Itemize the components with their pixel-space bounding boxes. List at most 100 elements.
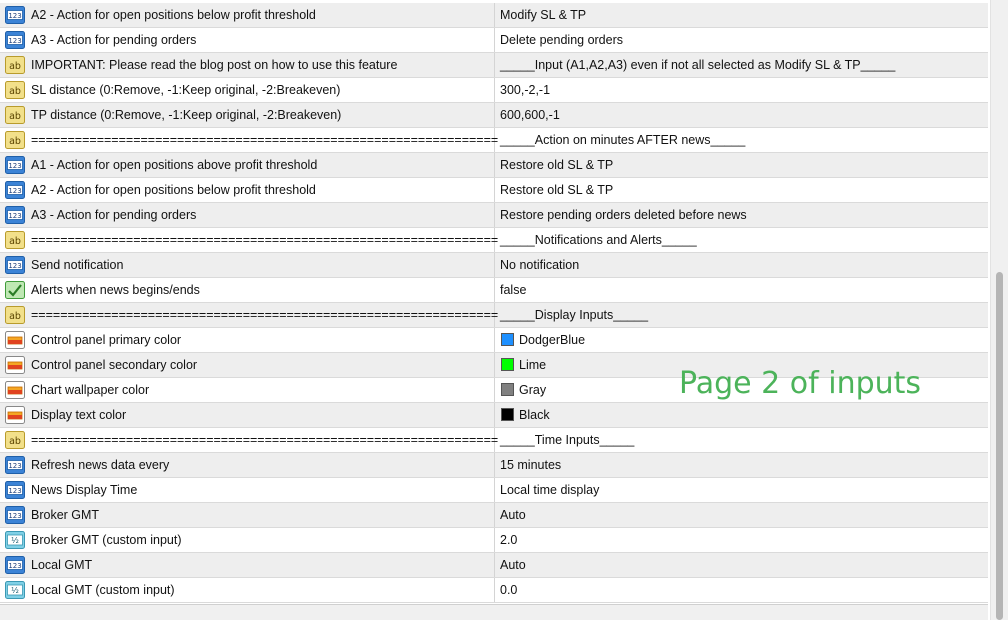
table-row[interactable]: ab TP distance (0:Remove, -1:Keep origina… <box>0 103 988 128</box>
value-cell[interactable]: _____Time Inputs_____ <box>496 428 988 452</box>
variable-cell[interactable]: ab ======================================… <box>0 428 498 452</box>
table-row[interactable]: ab ======================================… <box>0 428 988 453</box>
value-cell[interactable]: false <box>496 278 988 302</box>
double-half-icon: ½ <box>5 581 25 599</box>
value-text: Restore pending orders deleted before ne… <box>500 208 747 222</box>
value-cell[interactable]: 0.0 <box>496 578 988 602</box>
variable-name: A3 - Action for pending orders <box>31 208 197 222</box>
value-cell[interactable]: _____Action on minutes AFTER news_____ <box>496 128 988 152</box>
table-row[interactable]: ½ Broker GMT (custom input) 2.0 <box>0 528 988 553</box>
variable-cell[interactable]: ½ Broker GMT (custom input) <box>0 528 495 552</box>
value-text: _____Display Inputs_____ <box>500 308 649 322</box>
svg-text:123: 123 <box>8 562 21 570</box>
color-swatch[interactable] <box>501 408 514 421</box>
variable-cell[interactable]: 123 A3 - Action for pending orders <box>0 28 495 52</box>
variable-cell[interactable]: ab IMPORTANT: Please read the blog post o… <box>0 53 495 77</box>
color-palette-icon <box>5 381 25 399</box>
svg-text:ab: ab <box>9 236 21 247</box>
int-123-icon: 123 <box>5 206 25 224</box>
value-cell[interactable]: Restore old SL & TP <box>496 153 988 177</box>
value-cell[interactable]: No notification <box>496 253 988 277</box>
variable-cell[interactable]: 123 A2 - Action for open positions below … <box>0 3 495 27</box>
table-row[interactable]: ab SL distance (0:Remove, -1:Keep origina… <box>0 78 988 103</box>
variable-name: A1 - Action for open positions above pro… <box>31 158 318 172</box>
table-row[interactable]: Display text color Black <box>0 403 988 428</box>
table-row[interactable]: ab ======================================… <box>0 228 988 253</box>
svg-text:123: 123 <box>8 512 21 520</box>
variable-cell[interactable]: ab ======================================… <box>0 303 499 327</box>
color-swatch[interactable] <box>501 383 514 396</box>
table-row[interactable]: 123 News Display Time Local time display <box>0 478 988 503</box>
table-row[interactable]: 123 Refresh news data every 15 minutes <box>0 453 988 478</box>
value-cell[interactable]: Auto <box>496 553 988 577</box>
table-row[interactable]: 123 Send notification No notification <box>0 253 988 278</box>
value-cell[interactable]: _____Notifications and Alerts_____ <box>496 228 988 252</box>
int-123-icon: 123 <box>5 506 25 524</box>
table-row[interactable]: ab ======================================… <box>0 303 988 328</box>
table-row[interactable]: 123 A3 - Action for pending orders Delete … <box>0 28 988 53</box>
table-row[interactable]: ab IMPORTANT: Please read the blog post o… <box>0 53 988 78</box>
value-cell[interactable]: 2.0 <box>496 528 988 552</box>
value-cell[interactable]: Black <box>496 403 988 427</box>
color-palette-icon <box>5 406 25 424</box>
value-cell[interactable]: Delete pending orders <box>496 28 988 52</box>
table-row[interactable]: Control panel primary color DodgerBlue <box>0 328 988 353</box>
value-cell[interactable]: 15 minutes <box>496 453 988 477</box>
table-row[interactable]: ab ======================================… <box>0 128 988 153</box>
value-cell[interactable]: Auto <box>496 503 988 527</box>
table-row[interactable]: 123 A2 - Action for open positions below … <box>0 178 988 203</box>
variable-cell[interactable]: 123 Refresh news data every <box>0 453 495 477</box>
variable-cell[interactable]: 123 A2 - Action for open positions below … <box>0 178 495 202</box>
table-row[interactable]: 123 Local GMT Auto <box>0 553 988 578</box>
variable-cell[interactable]: 123 A1 - Action for open positions above … <box>0 153 495 177</box>
table-row[interactable]: Alerts when news begins/ends false <box>0 278 988 303</box>
table-row[interactable]: 123 A3 - Action for pending orders Restore… <box>0 203 988 228</box>
value-cell[interactable]: _____Display Inputs_____ <box>496 303 988 327</box>
table-row[interactable]: 123 A2 - Action for open positions below … <box>0 3 988 28</box>
value-cell[interactable]: Modify SL & TP <box>496 3 988 27</box>
variable-name: ========================================… <box>31 308 499 322</box>
variable-cell[interactable]: Alerts when news begins/ends <box>0 278 495 302</box>
variable-cell[interactable]: 123 Broker GMT <box>0 503 495 527</box>
vertical-scrollbar[interactable] <box>990 0 1008 620</box>
scrollbar-thumb[interactable] <box>996 272 1003 620</box>
variable-cell[interactable]: ab TP distance (0:Remove, -1:Keep origina… <box>0 103 495 127</box>
variable-cell[interactable]: 123 News Display Time <box>0 478 495 502</box>
svg-text:½: ½ <box>11 586 19 595</box>
variable-cell[interactable]: ½ Local GMT (custom input) <box>0 578 495 602</box>
variable-cell[interactable]: Control panel secondary color <box>0 353 495 377</box>
variable-cell[interactable]: Chart wallpaper color <box>0 378 495 402</box>
variable-name: Broker GMT (custom input) <box>31 533 182 547</box>
variable-cell[interactable]: 123 Send notification <box>0 253 495 277</box>
value-cell[interactable]: Local time display <box>496 478 988 502</box>
variable-cell[interactable]: ab ======================================… <box>0 228 498 252</box>
value-cell[interactable]: DodgerBlue <box>496 328 988 352</box>
variable-cell[interactable]: ab SL distance (0:Remove, -1:Keep origina… <box>0 78 495 102</box>
value-text: Restore old SL & TP <box>500 158 614 172</box>
value-text: 0.0 <box>500 583 518 597</box>
color-swatch[interactable] <box>501 333 514 346</box>
value-text: Modify SL & TP <box>500 8 587 22</box>
variable-cell[interactable]: Display text color <box>0 403 495 427</box>
value-cell[interactable]: 600,600,-1 <box>496 103 988 127</box>
value-text: No notification <box>500 258 580 272</box>
page-annotation: Page 2 of inputs <box>679 366 922 401</box>
variable-cell[interactable]: 123 A3 - Action for pending orders <box>0 203 495 227</box>
value-text: 15 minutes <box>500 458 562 472</box>
color-swatch[interactable] <box>501 358 514 371</box>
variable-cell[interactable]: ab ======================================… <box>0 128 498 152</box>
table-row[interactable]: ½ Local GMT (custom input) 0.0 <box>0 578 988 603</box>
value-text: DodgerBlue <box>519 333 586 347</box>
variable-cell[interactable]: Control panel primary color <box>0 328 495 352</box>
variable-cell[interactable]: 123 Local GMT <box>0 553 495 577</box>
value-cell[interactable]: _____Input (A1,A2,A3) even if not all se… <box>496 53 988 77</box>
svg-text:123: 123 <box>8 487 21 495</box>
table-row[interactable]: 123 A1 - Action for open positions above … <box>0 153 988 178</box>
variable-name: Chart wallpaper color <box>31 383 150 397</box>
value-cell[interactable]: Restore old SL & TP <box>496 178 988 202</box>
value-text: Auto <box>500 558 526 572</box>
value-text: 300,-2,-1 <box>500 83 551 97</box>
table-row[interactable]: 123 Broker GMT Auto <box>0 503 988 528</box>
value-cell[interactable]: Restore pending orders deleted before ne… <box>496 203 988 227</box>
value-cell[interactable]: 300,-2,-1 <box>496 78 988 102</box>
